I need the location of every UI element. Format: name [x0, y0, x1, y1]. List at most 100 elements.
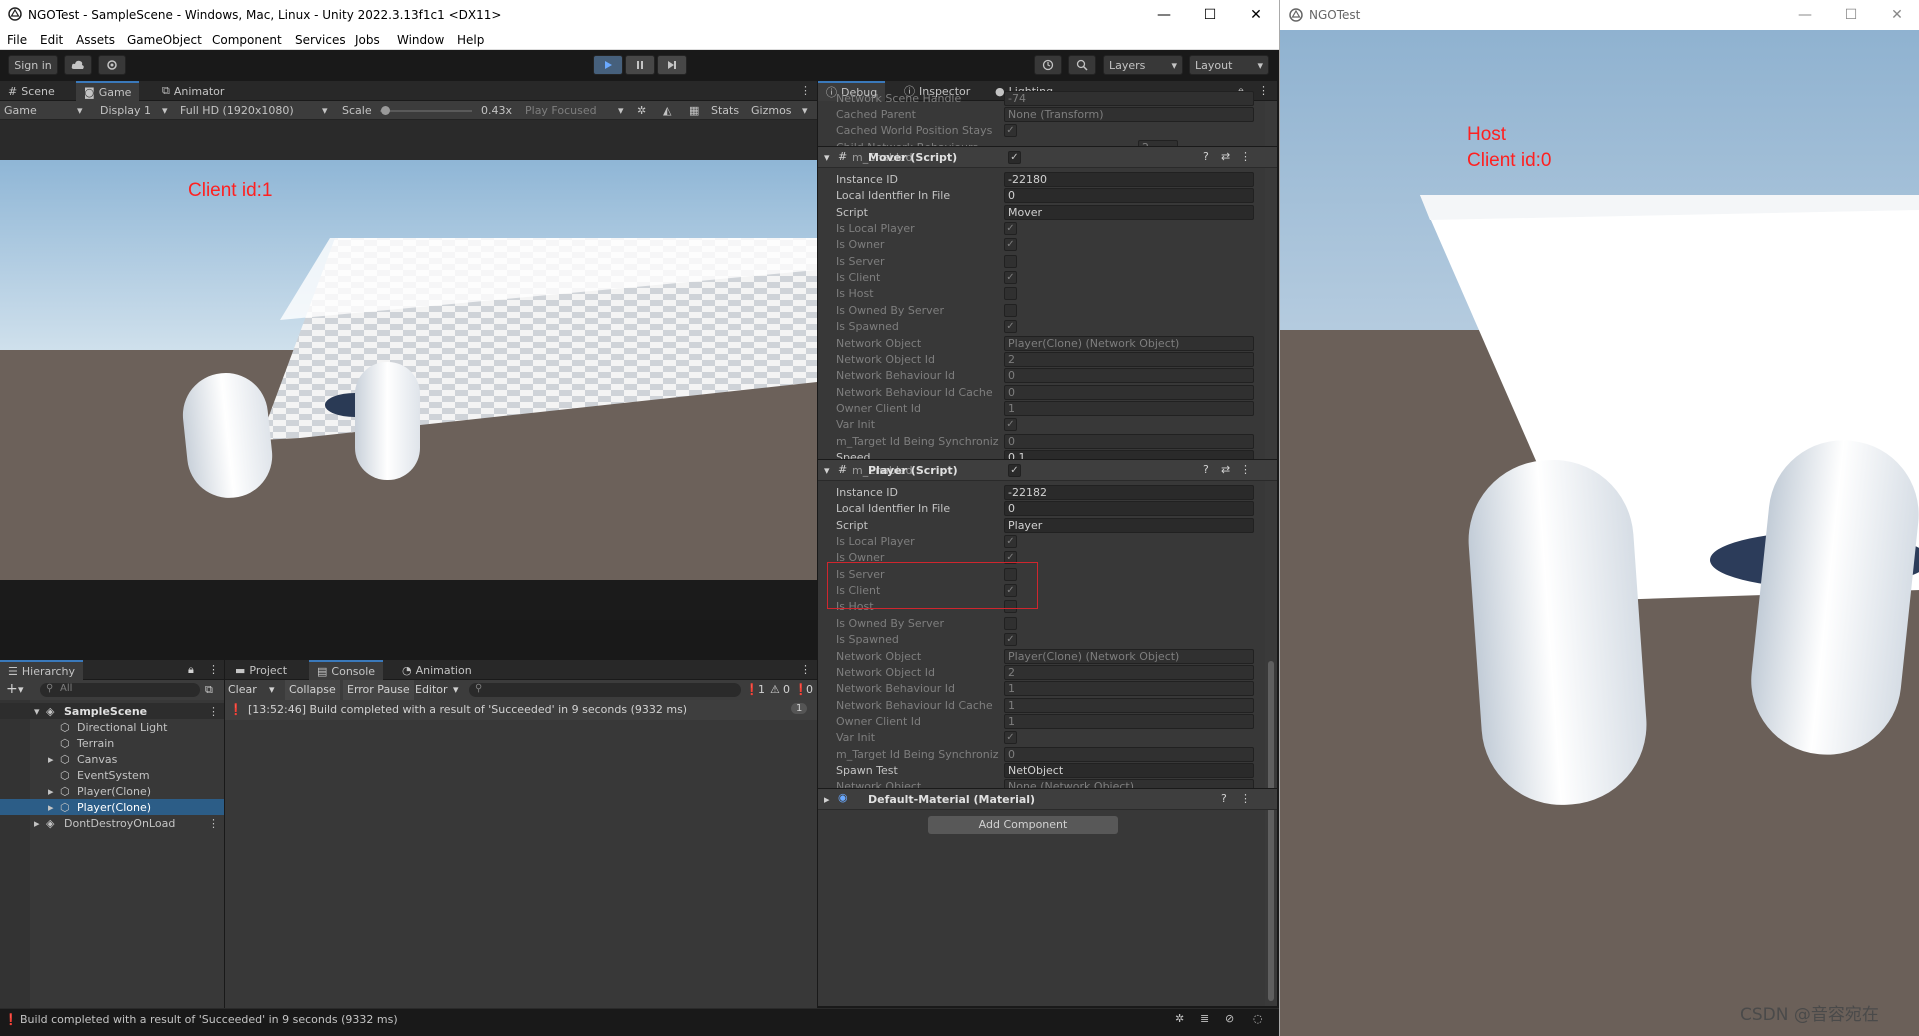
field-checkbox[interactable]: ✓: [1004, 418, 1017, 432]
tab-hierarchy[interactable]: ☰ Hierarchy: [0, 660, 84, 680]
scale-slider[interactable]: [380, 110, 472, 112]
mute-audio-icon[interactable]: ◭: [663, 104, 671, 117]
hierarchy-item[interactable]: ⬡ EventSystem: [0, 767, 224, 783]
sign-in-button[interactable]: Sign in: [8, 55, 58, 75]
activity-icon[interactable]: ◌: [1253, 1012, 1263, 1025]
hierarchy-item[interactable]: ▸ ⬡ Canvas: [0, 751, 224, 767]
hierarchy-item[interactable]: ▾ ◈ SampleScene ⋮: [0, 703, 224, 719]
field-value[interactable]: 2: [1004, 664, 1254, 680]
collab-button[interactable]: [98, 55, 126, 75]
close-button[interactable]: ✕: [1874, 0, 1919, 30]
menu-component[interactable]: Component: [212, 33, 282, 47]
game-view-render[interactable]: Client id:1: [0, 120, 817, 620]
field-value[interactable]: -74: [1004, 91, 1254, 106]
display-dropdown[interactable]: Display 1: [100, 104, 151, 117]
field-value[interactable]: 1: [1004, 713, 1254, 729]
more-menu-icon[interactable]: ⋮: [1240, 150, 1251, 163]
menu-help[interactable]: Help: [457, 33, 484, 47]
more-menu-icon[interactable]: ⋮: [1258, 84, 1269, 97]
inspector-scrollbar[interactable]: [1265, 101, 1277, 1006]
hierarchy-search-input[interactable]: ⚲ All: [40, 683, 200, 697]
field-checkbox[interactable]: ✓: [1004, 320, 1017, 334]
field-checkbox[interactable]: ✓: [1004, 535, 1017, 549]
search-button[interactable]: [1068, 55, 1096, 75]
gizmos-button[interactable]: Gizmos: [751, 104, 792, 117]
game-mode-dropdown[interactable]: Game: [4, 104, 37, 117]
play-button[interactable]: [593, 55, 623, 75]
field-value[interactable]: 1: [1004, 681, 1254, 697]
field-value[interactable]: Mover: [1004, 204, 1254, 220]
hierarchy-item[interactable]: ▸ ◈ DontDestroyOnLoad ⋮: [0, 815, 224, 831]
expand-arrow-icon[interactable]: ▸: [824, 793, 830, 806]
play-focused-dropdown[interactable]: Play Focused: [525, 104, 597, 117]
minimize-button[interactable]: —: [1782, 0, 1828, 30]
status-text[interactable]: Build completed with a result of 'Succee…: [20, 1013, 398, 1026]
field-checkbox[interactable]: [1004, 616, 1017, 630]
history-button[interactable]: [1034, 55, 1062, 75]
preset-icon[interactable]: ⇄: [1221, 150, 1230, 163]
resolution-dropdown[interactable]: Full HD (1920x1080): [180, 104, 294, 117]
field-value[interactable]: 0: [1004, 368, 1254, 384]
field-value[interactable]: 2: [1004, 351, 1254, 367]
tab-console[interactable]: ▤ Console: [309, 660, 384, 680]
bug-icon[interactable]: ✲: [637, 104, 646, 117]
field-value[interactable]: Player(Clone) (Network Object): [1004, 335, 1254, 351]
warning-icon[interactable]: ⚠: [770, 683, 780, 696]
tab-project[interactable]: ▬ Project: [227, 660, 295, 680]
field-checkbox[interactable]: ✓: [1004, 633, 1017, 647]
more-menu-icon[interactable]: ⋮: [1240, 792, 1251, 805]
step-button[interactable]: [657, 55, 687, 75]
more-menu-icon[interactable]: ⋮: [1240, 463, 1251, 476]
field-value[interactable]: -22182: [1004, 485, 1254, 500]
maximize-button[interactable]: ☐: [1187, 0, 1233, 30]
stats-grid-icon[interactable]: ▦: [689, 104, 699, 117]
layout-dropdown[interactable]: Layout ▾: [1189, 55, 1269, 75]
more-menu-icon[interactable]: ⋮: [208, 663, 219, 676]
add-icon[interactable]: +: [6, 681, 18, 697]
tab-scene[interactable]: # Scene: [0, 81, 63, 101]
more-menu-icon[interactable]: ⋮: [208, 817, 219, 830]
lock-icon[interactable]: 🔒︎: [188, 663, 194, 677]
console-entry[interactable]: ❗ [13:52:46] Build completed with a resu…: [225, 700, 817, 720]
menu-edit[interactable]: Edit: [40, 33, 63, 47]
error-pause-button[interactable]: Error Pause: [343, 680, 414, 700]
more-menu-icon[interactable]: ⋮: [800, 84, 811, 97]
editor-dropdown[interactable]: Editor: [415, 683, 448, 696]
stats-button[interactable]: Stats: [711, 104, 739, 117]
network-icon[interactable]: ⊘: [1225, 1012, 1234, 1025]
tab-animation[interactable]: ◔ Animation: [394, 660, 480, 680]
scale-slider-handle[interactable]: [381, 106, 390, 115]
ngotest-game-render[interactable]: Host Client id:0 CSDN @音容宛在: [1280, 30, 1919, 1036]
layers-dropdown[interactable]: Layers ▾: [1103, 55, 1183, 75]
field-value[interactable]: -22180: [1004, 172, 1254, 187]
hierarchy-item[interactable]: ▸ ⬡ Player(Clone): [0, 783, 224, 799]
field-checkbox[interactable]: ✓: [1004, 222, 1017, 236]
field-value[interactable]: 1: [1004, 697, 1254, 713]
field-value[interactable]: 0: [1004, 433, 1254, 449]
more-menu-icon[interactable]: ⋮: [800, 663, 811, 676]
close-button[interactable]: ✕: [1233, 0, 1279, 30]
help-icon[interactable]: ?: [1203, 463, 1209, 476]
hierarchy-item[interactable]: ⬡ Directional Light: [0, 719, 224, 735]
material-header[interactable]: ▸ ◉ Default-Material (Material)? ⋮: [818, 788, 1277, 810]
field-checkbox[interactable]: [1004, 287, 1017, 301]
cache-server-icon[interactable]: ≣: [1200, 1012, 1209, 1025]
field-value[interactable]: 0: [1004, 384, 1254, 400]
expand-arrow-icon[interactable]: ▾: [824, 464, 830, 477]
info-count-icon[interactable]: ❗: [745, 683, 759, 696]
tab-animator[interactable]: ⧉ Animator: [154, 81, 232, 101]
field-checkbox[interactable]: [1004, 254, 1017, 268]
field-value[interactable]: Player: [1004, 517, 1254, 533]
cloud-button[interactable]: [64, 55, 92, 75]
field-checkbox[interactable]: ✓: [1004, 271, 1017, 285]
menu-file[interactable]: File: [7, 33, 27, 47]
scrollbar-thumb[interactable]: [1268, 661, 1274, 1001]
preset-icon[interactable]: ⇄: [1221, 463, 1230, 476]
field-value[interactable]: 0: [1004, 746, 1254, 762]
field-checkbox[interactable]: ✓: [1004, 238, 1017, 252]
menu-jobs[interactable]: Jobs: [355, 33, 380, 47]
field-value[interactable]: Player(Clone) (Network Object): [1004, 648, 1254, 664]
tab-game[interactable]: ◙ Game: [76, 81, 140, 101]
hierarchy-item[interactable]: ⬡ Terrain: [0, 735, 224, 751]
field-value[interactable]: 0: [1004, 501, 1254, 517]
